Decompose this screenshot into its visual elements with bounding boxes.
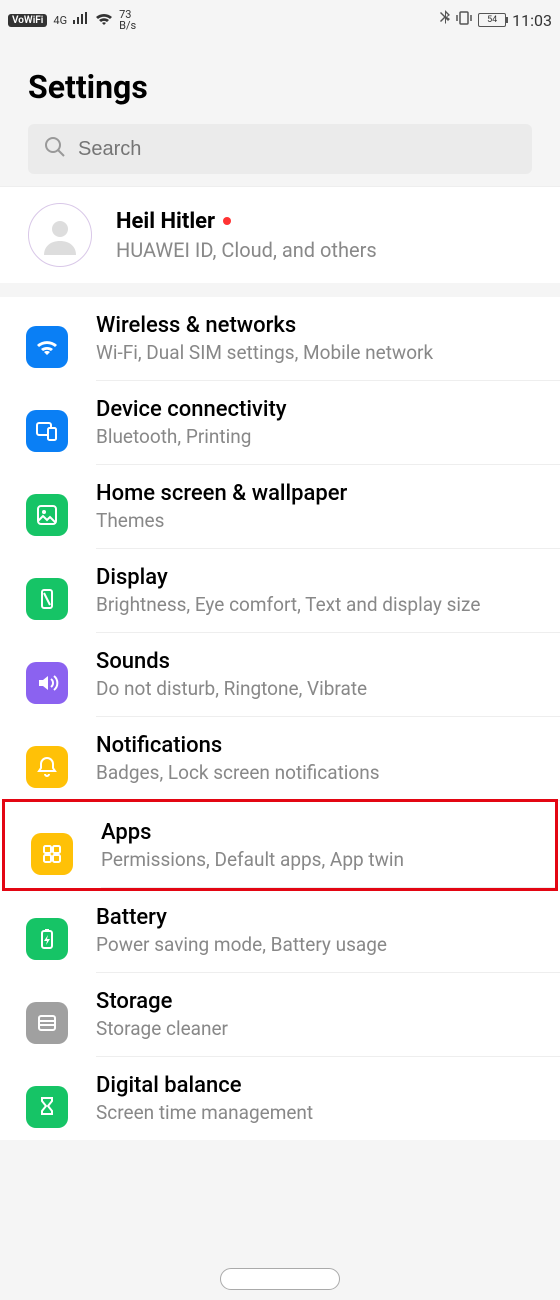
signal-icon bbox=[73, 12, 89, 28]
bell-icon bbox=[26, 746, 68, 788]
item-title: Device connectivity bbox=[96, 397, 540, 422]
display-icon bbox=[26, 578, 68, 620]
item-sub: Wi-Fi, Dual SIM settings, Mobile network bbox=[96, 341, 540, 364]
battery-icon bbox=[26, 918, 68, 960]
item-title: Wireless & networks bbox=[96, 313, 540, 338]
battery-icon: 54 bbox=[478, 13, 506, 27]
settings-item-wallpaper[interactable]: Home screen & wallpaper Themes bbox=[0, 465, 560, 549]
bluetooth-icon bbox=[440, 10, 450, 30]
settings-item-wifi[interactable]: Wireless & networks Wi-Fi, Dual SIM sett… bbox=[0, 297, 560, 381]
wallpaper-icon bbox=[26, 494, 68, 536]
search-container bbox=[0, 124, 560, 186]
settings-list: Wireless & networks Wi-Fi, Dual SIM sett… bbox=[0, 297, 560, 1140]
storage-icon bbox=[26, 1002, 68, 1044]
profile-name: Heil Hitler bbox=[116, 209, 377, 234]
hourglass-icon bbox=[26, 1086, 68, 1128]
item-sub: Permissions, Default apps, App twin bbox=[101, 848, 535, 871]
item-sub: Bluetooth, Printing bbox=[96, 425, 540, 448]
search-icon bbox=[44, 136, 66, 162]
data-speed: 73 B/s bbox=[119, 9, 136, 31]
item-sub: Power saving mode, Battery usage bbox=[96, 933, 540, 956]
profile-sub: HUAWEI ID, Cloud, and others bbox=[116, 238, 377, 262]
item-title: Home screen & wallpaper bbox=[96, 481, 540, 506]
item-sub: Brightness, Eye comfort, Text and displa… bbox=[96, 593, 540, 616]
status-bar: VoWiFi 4G 73 B/s 54 11:03 bbox=[0, 0, 560, 40]
settings-item-hourglass[interactable]: Digital balance Screen time management bbox=[0, 1057, 560, 1140]
settings-item-battery[interactable]: Battery Power saving mode, Battery usage bbox=[0, 889, 560, 973]
sound-icon bbox=[26, 662, 68, 704]
item-sub: Themes bbox=[96, 509, 540, 532]
settings-item-sound[interactable]: Sounds Do not disturb, Ringtone, Vibrate bbox=[0, 633, 560, 717]
settings-item-apps[interactable]: Apps Permissions, Default apps, App twin bbox=[2, 799, 558, 891]
item-title: Apps bbox=[101, 820, 535, 845]
clock: 11:03 bbox=[512, 11, 552, 30]
settings-item-device[interactable]: Device connectivity Bluetooth, Printing bbox=[0, 381, 560, 465]
item-sub: Badges, Lock screen notifications bbox=[96, 761, 540, 784]
network-type: 4G bbox=[53, 14, 67, 27]
profile-row[interactable]: Heil Hitler HUAWEI ID, Cloud, and others bbox=[0, 186, 560, 283]
device-icon bbox=[26, 410, 68, 452]
wifi-icon bbox=[95, 11, 113, 29]
vowifi-badge: VoWiFi bbox=[8, 14, 47, 27]
avatar bbox=[28, 203, 92, 267]
item-title: Notifications bbox=[96, 733, 540, 758]
search-input[interactable] bbox=[78, 138, 516, 161]
section-gap bbox=[0, 283, 560, 297]
search-bar[interactable] bbox=[28, 124, 532, 174]
nav-pill[interactable] bbox=[220, 1268, 340, 1290]
page-header: Settings bbox=[0, 40, 560, 124]
item-sub: Do not disturb, Ringtone, Vibrate bbox=[96, 677, 540, 700]
item-title: Digital balance bbox=[96, 1073, 540, 1098]
item-title: Battery bbox=[96, 905, 540, 930]
apps-icon bbox=[31, 833, 73, 875]
notification-dot bbox=[223, 217, 231, 225]
settings-item-storage[interactable]: Storage Storage cleaner bbox=[0, 973, 560, 1057]
vibrate-icon bbox=[456, 10, 472, 30]
item-title: Storage bbox=[96, 989, 540, 1014]
item-sub: Screen time management bbox=[96, 1101, 540, 1124]
item-sub: Storage cleaner bbox=[96, 1017, 540, 1040]
wifi-icon bbox=[26, 326, 68, 368]
item-title: Sounds bbox=[96, 649, 540, 674]
settings-item-display[interactable]: Display Brightness, Eye comfort, Text an… bbox=[0, 549, 560, 633]
page-title: Settings bbox=[28, 68, 532, 106]
settings-item-bell[interactable]: Notifications Badges, Lock screen notifi… bbox=[0, 717, 560, 801]
item-title: Display bbox=[96, 565, 540, 590]
